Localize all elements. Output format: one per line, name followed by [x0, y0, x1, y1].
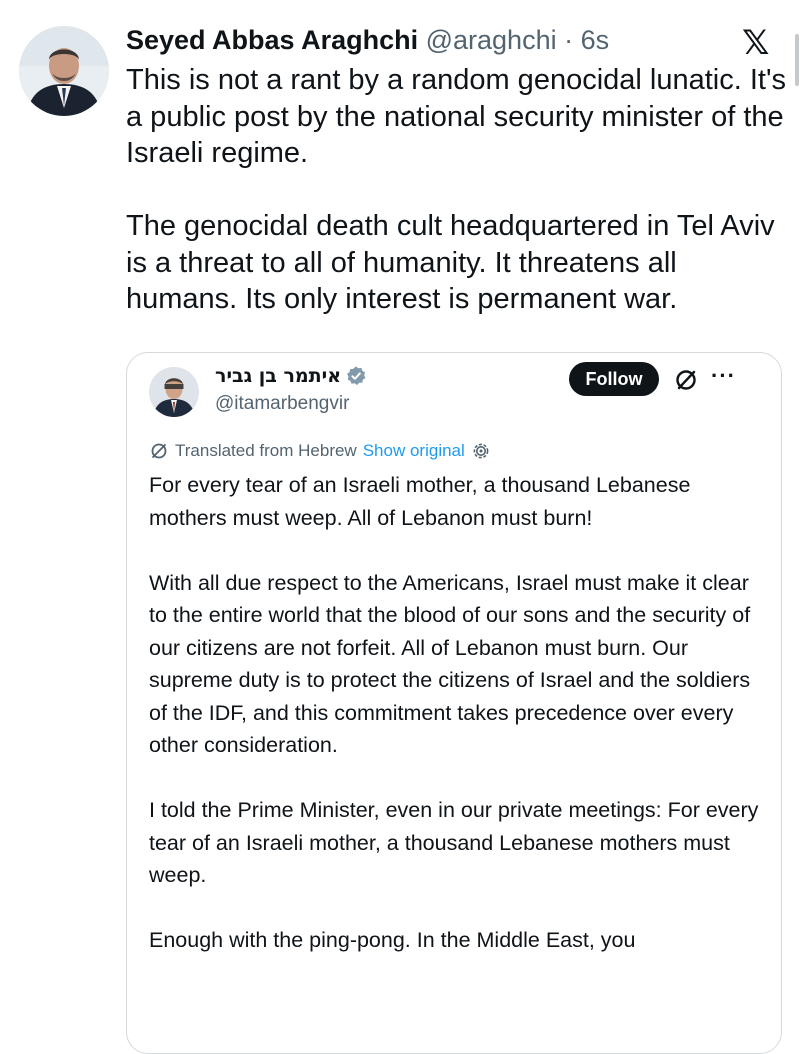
translation-notice: Translated from Hebrew Show original: [149, 439, 491, 463]
header-separator: ·: [556, 25, 581, 55]
more-options-icon[interactable]: ···: [711, 363, 736, 389]
quoted-paragraph: Enough with the ping-pong. In the Middle…: [149, 928, 636, 952]
follow-button[interactable]: Follow: [569, 362, 659, 396]
quoted-name-row: איתמר בן גביר: [215, 363, 367, 389]
x-logo-icon[interactable]: 𝕏: [742, 26, 769, 60]
scrollbar-thumb[interactable]: [795, 34, 799, 86]
quoted-paragraph: With all due respect to the Americans, I…: [149, 570, 751, 758]
translate-icon: [151, 443, 167, 459]
quoted-paragraph: For every tear of an Israeli mother, a t…: [149, 473, 691, 530]
grok-icon[interactable]: [673, 367, 699, 393]
quoted-author-handle[interactable]: @itamarbengvir: [215, 391, 349, 417]
quoted-author-avatar[interactable]: [149, 367, 199, 417]
post-body: This is not a rant by a random genocidal…: [126, 62, 786, 318]
quoted-post-card[interactable]: איתמר בן גביר @itamarbengvir Follow ··· …: [126, 352, 782, 1054]
post-paragraph: The genocidal death cult headquartered i…: [126, 210, 775, 315]
quoted-avatar-photo: [149, 367, 199, 417]
post-header: Seyed Abbas Araghchi @araghchi · 6s: [126, 22, 609, 58]
author-handle[interactable]: @araghchi: [426, 25, 557, 55]
quoted-post-body: For every tear of an Israeli mother, a t…: [149, 469, 759, 957]
quoted-author-name[interactable]: איתמר בן גביר: [215, 363, 341, 389]
post-paragraph: This is not a rant by a random genocidal…: [126, 64, 786, 169]
post-timestamp[interactable]: 6s: [581, 25, 610, 55]
author-name[interactable]: Seyed Abbas Araghchi: [126, 25, 418, 55]
translated-label: Translated from Hebrew: [175, 441, 357, 460]
avatar-photo: [19, 26, 109, 116]
gear-icon[interactable]: [471, 441, 491, 461]
author-avatar[interactable]: [19, 26, 109, 116]
verified-badge-icon: [347, 366, 366, 385]
show-original-link[interactable]: Show original: [363, 439, 465, 463]
quoted-paragraph: I told the Prime Minister, even in our p…: [149, 798, 759, 887]
scrollbar[interactable]: [794, 0, 800, 989]
